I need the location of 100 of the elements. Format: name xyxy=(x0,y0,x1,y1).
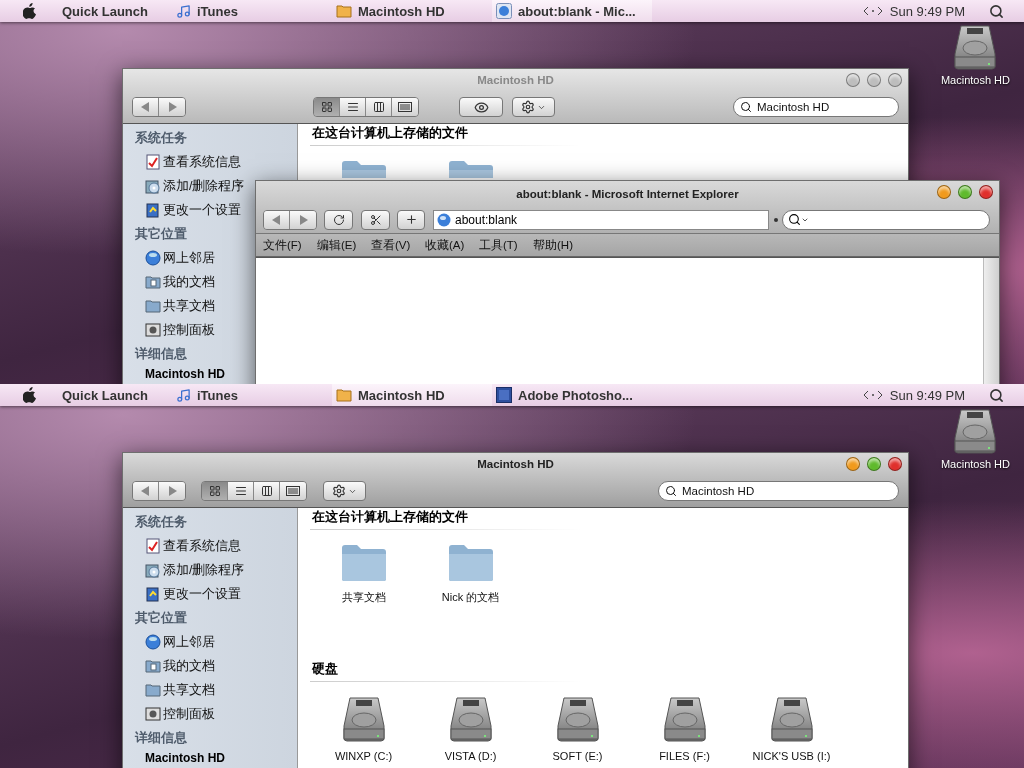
close-button[interactable] xyxy=(888,457,902,471)
taskbar-item[interactable]: Macintosh HD xyxy=(332,0,492,22)
file-name[interactable]: Nick 的文档 xyxy=(441,590,500,605)
menu-item[interactable]: 收藏(A) xyxy=(425,237,479,253)
close-button[interactable] xyxy=(888,73,902,87)
minimize-button[interactable] xyxy=(846,457,860,471)
menu-item[interactable]: 查看(V) xyxy=(371,237,425,253)
sidebar-item[interactable]: 共享文档 xyxy=(135,678,215,702)
sidebar-item[interactable]: 查看系统信息 xyxy=(135,150,241,174)
dropdown-dot-icon[interactable] xyxy=(774,217,778,222)
file-name[interactable]: VISTA (D:) xyxy=(444,750,497,762)
hard-drive-icon xyxy=(555,696,600,742)
quick-launch-menu[interactable]: Quick Launch xyxy=(58,3,172,19)
globe-icon xyxy=(145,250,161,266)
quick-look-button[interactable] xyxy=(459,97,503,117)
program-box-icon xyxy=(145,178,161,194)
taskbar-item[interactable]: about:blank - Mic... xyxy=(492,0,652,22)
settings-icon xyxy=(332,484,346,498)
sidebar-item[interactable]: 控制面板 xyxy=(135,318,215,342)
hard-drive-icon xyxy=(769,696,814,742)
sidebar-item[interactable]: 网上邻居 xyxy=(135,630,215,654)
spotlight-search-icon[interactable] xyxy=(989,387,1004,403)
sidebar-item[interactable]: 我的文档 xyxy=(135,270,215,294)
desktop-icon-label[interactable]: Macintosh HD xyxy=(940,74,1010,86)
globe-icon xyxy=(145,634,161,650)
file-name[interactable]: SOFT (E:) xyxy=(552,750,603,762)
zoom-button[interactable] xyxy=(867,73,881,87)
sidebar-item[interactable]: 控制面板 xyxy=(135,702,215,726)
view-switcher[interactable] xyxy=(313,97,419,117)
sidebar-item[interactable]: 更改一个设置 xyxy=(135,582,241,606)
back-forward-control[interactable] xyxy=(132,481,186,501)
settings-panel-icon xyxy=(145,586,161,602)
sidebar-item[interactable]: 共享文档 xyxy=(135,294,215,318)
forward-arrow-icon xyxy=(167,486,177,496)
back-forward-control[interactable] xyxy=(132,97,186,117)
taskbar-item[interactable]: iTunes xyxy=(172,0,332,22)
folder-icon xyxy=(145,298,161,314)
sidebar-heading: 其它位置 xyxy=(135,609,187,627)
minimize-button[interactable] xyxy=(846,73,860,87)
sidebar-item[interactable]: 网上邻居 xyxy=(135,246,215,270)
search-field[interactable]: Macintosh HD xyxy=(658,481,899,501)
search-icon xyxy=(788,213,801,226)
clock: Sun 9:49 PM xyxy=(889,3,965,19)
folder-icon xyxy=(446,544,495,582)
desktop-icon-label[interactable]: Macintosh HD xyxy=(940,458,1010,470)
document-folder-icon xyxy=(145,274,161,290)
photoshop-app-icon xyxy=(496,387,512,403)
action-menu-button[interactable] xyxy=(512,97,555,117)
search-field[interactable] xyxy=(782,209,990,230)
back-arrow-icon xyxy=(272,214,281,225)
minimize-button[interactable] xyxy=(937,185,951,199)
sidebar-heading: 详细信息 xyxy=(135,346,187,363)
document-folder-icon xyxy=(145,658,161,674)
sidebar-item[interactable]: 查看系统信息 xyxy=(135,534,241,558)
apple-logo-icon[interactable] xyxy=(23,3,37,19)
action-menu-button[interactable] xyxy=(323,481,366,501)
resize-arrows-icon xyxy=(863,6,882,16)
resize-arrows-icon xyxy=(863,390,882,400)
spotlight-search-icon[interactable] xyxy=(989,3,1004,19)
file-name[interactable]: FILES (F:) xyxy=(659,750,710,762)
add-button[interactable] xyxy=(397,209,425,230)
cut-button[interactable] xyxy=(361,209,390,230)
close-button[interactable] xyxy=(979,185,993,199)
hard-drive-icon xyxy=(341,696,386,742)
zoom-button[interactable] xyxy=(867,457,881,471)
forward-arrow-icon xyxy=(167,102,177,112)
menu-item[interactable]: 编辑(E) xyxy=(317,237,371,253)
file-name[interactable]: NICK'S USB (I:) xyxy=(752,750,831,762)
hard-drive-icon xyxy=(448,696,493,742)
sidebar-item[interactable]: 添加/删除程序 xyxy=(135,558,245,582)
back-forward-control[interactable] xyxy=(263,209,317,230)
column-view-icon xyxy=(260,485,273,497)
sidebar-item[interactable]: 我的文档 xyxy=(135,654,215,678)
taskbar-item[interactable]: Macintosh HD xyxy=(332,384,492,406)
folder-icon xyxy=(446,160,495,178)
document-check-icon xyxy=(145,154,161,170)
sidebar-item[interactable]: 添加/删除程序 xyxy=(135,174,245,198)
sidebar-item[interactable]: 更改一个设置 xyxy=(135,198,241,222)
drive-name: Macintosh HD xyxy=(145,366,225,382)
window-title: about:blank - Microsoft Internet Explorer xyxy=(516,187,739,200)
file-name[interactable]: WINXP (C:) xyxy=(334,750,393,762)
view-switcher[interactable] xyxy=(201,481,307,501)
drive-name: Macintosh HD xyxy=(145,750,225,766)
search-field[interactable]: Macintosh HD xyxy=(733,97,899,117)
music-note-icon xyxy=(176,3,191,19)
zoom-button[interactable] xyxy=(958,185,972,199)
grid-view-icon xyxy=(208,485,221,497)
refresh-button[interactable] xyxy=(324,209,353,230)
taskbar-item[interactable]: iTunes xyxy=(172,384,332,406)
settings-icon xyxy=(521,100,535,114)
address-field[interactable]: about:blank xyxy=(433,209,769,230)
clock: Sun 9:49 PM xyxy=(889,387,965,403)
apple-logo-icon[interactable] xyxy=(23,387,37,403)
address-value: about:blank xyxy=(455,212,518,227)
file-name[interactable]: 共享文档 xyxy=(341,590,386,605)
menu-item[interactable]: 文件(F) xyxy=(263,237,317,253)
quick-launch-menu[interactable]: Quick Launch xyxy=(58,387,172,403)
menu-item[interactable]: 工具(T) xyxy=(479,237,533,253)
menu-item[interactable]: 帮助(H) xyxy=(533,237,587,253)
taskbar-item[interactable]: Adobe Photosho... xyxy=(492,384,652,406)
